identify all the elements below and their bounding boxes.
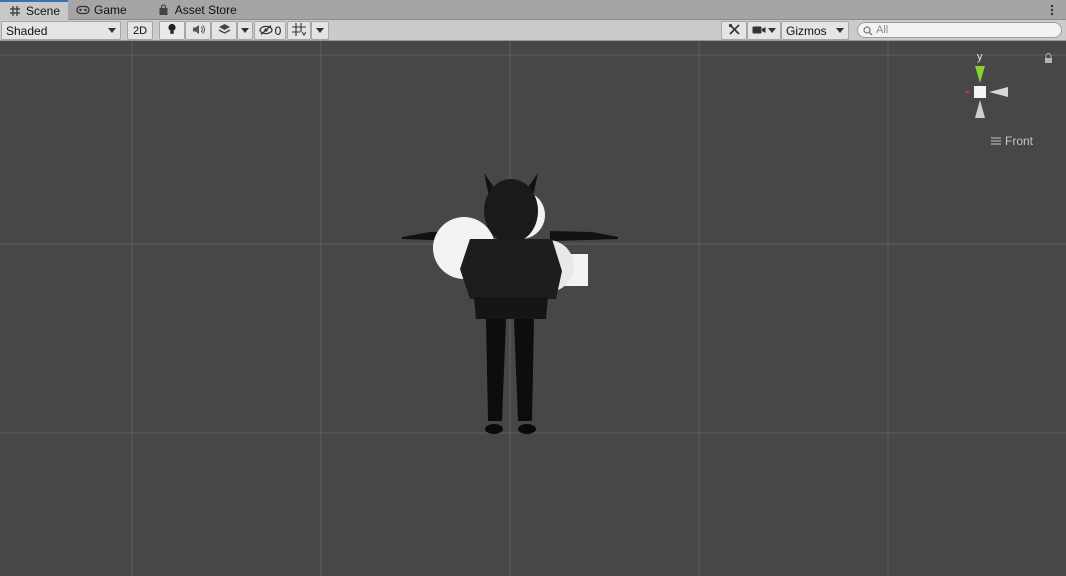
- draw-mode-value: Shaded: [6, 23, 48, 38]
- gizmo-neg-x-axis[interactable]: [989, 87, 1008, 97]
- layers-icon: [218, 23, 231, 38]
- shopping-bag-icon: [157, 3, 171, 17]
- hidden-count: 0: [274, 23, 282, 38]
- draw-mode-dropdown[interactable]: Shaded: [1, 21, 121, 40]
- lock-icon[interactable]: [1045, 53, 1052, 64]
- camera-settings-button[interactable]: [747, 21, 781, 40]
- grid-snap-icon: [292, 22, 307, 39]
- hamburger-icon: [991, 134, 1001, 148]
- view-label-text: Front: [1005, 134, 1034, 148]
- grid-dropdown-button[interactable]: [311, 21, 329, 40]
- effects-toggle-button[interactable]: [211, 21, 237, 40]
- gizmo-center-cube[interactable]: [974, 86, 986, 98]
- tab-scene[interactable]: Scene: [0, 0, 69, 20]
- chevron-down-icon: [768, 28, 776, 33]
- gizmo-x-axis[interactable]: [966, 87, 971, 97]
- gizmo-y-label: y: [977, 51, 983, 63]
- grid-icon: [8, 4, 22, 18]
- chevron-down-icon: [316, 28, 324, 33]
- scene-viewport[interactable]: [0, 41, 1066, 576]
- 2d-toggle-label: 2D: [132, 24, 148, 37]
- kebab-menu-icon[interactable]: [1044, 2, 1060, 18]
- chevron-down-icon: [108, 28, 116, 33]
- chevron-down-icon: [241, 28, 249, 33]
- scene-toolbar: Shaded 2D 0 Gizmos All: [0, 20, 1066, 41]
- scene-visibility-button[interactable]: 0: [254, 21, 286, 40]
- search-icon: [863, 26, 873, 39]
- audio-toggle-button[interactable]: [185, 21, 211, 40]
- tools-icon: [728, 23, 741, 39]
- tools-button[interactable]: [721, 21, 747, 40]
- tab-game[interactable]: Game: [68, 0, 135, 20]
- 2d-toggle-button[interactable]: 2D: [127, 21, 153, 40]
- lighting-toggle-button[interactable]: [159, 21, 185, 40]
- gizmos-dropdown[interactable]: Gizmos: [781, 21, 849, 40]
- search-input[interactable]: All: [857, 22, 1062, 38]
- tab-scene-label: Scene: [26, 4, 61, 18]
- view-label[interactable]: Front: [991, 134, 1033, 148]
- search-placeholder: All: [876, 24, 889, 36]
- grid-snap-button[interactable]: [287, 21, 311, 40]
- eye-slash-icon: [259, 24, 273, 38]
- window-tab-bar: Scene Game Asset Store: [0, 0, 1066, 20]
- gizmo-y-axis[interactable]: [975, 66, 985, 83]
- scene-canvas: [0, 41, 1066, 576]
- lightbulb-icon: [167, 23, 177, 38]
- tab-asset-store[interactable]: Asset Store: [149, 0, 245, 20]
- effects-dropdown-button[interactable]: [237, 21, 253, 40]
- gizmos-label: Gizmos: [786, 23, 827, 38]
- speaker-icon: [192, 24, 205, 38]
- chevron-down-icon: [836, 28, 844, 33]
- gamepad-icon: [76, 3, 90, 17]
- video-camera-icon: [752, 24, 766, 38]
- tab-asset-store-label: Asset Store: [174, 3, 237, 17]
- gizmo-neg-y-axis[interactable]: [975, 100, 985, 118]
- tab-game-label: Game: [94, 3, 127, 17]
